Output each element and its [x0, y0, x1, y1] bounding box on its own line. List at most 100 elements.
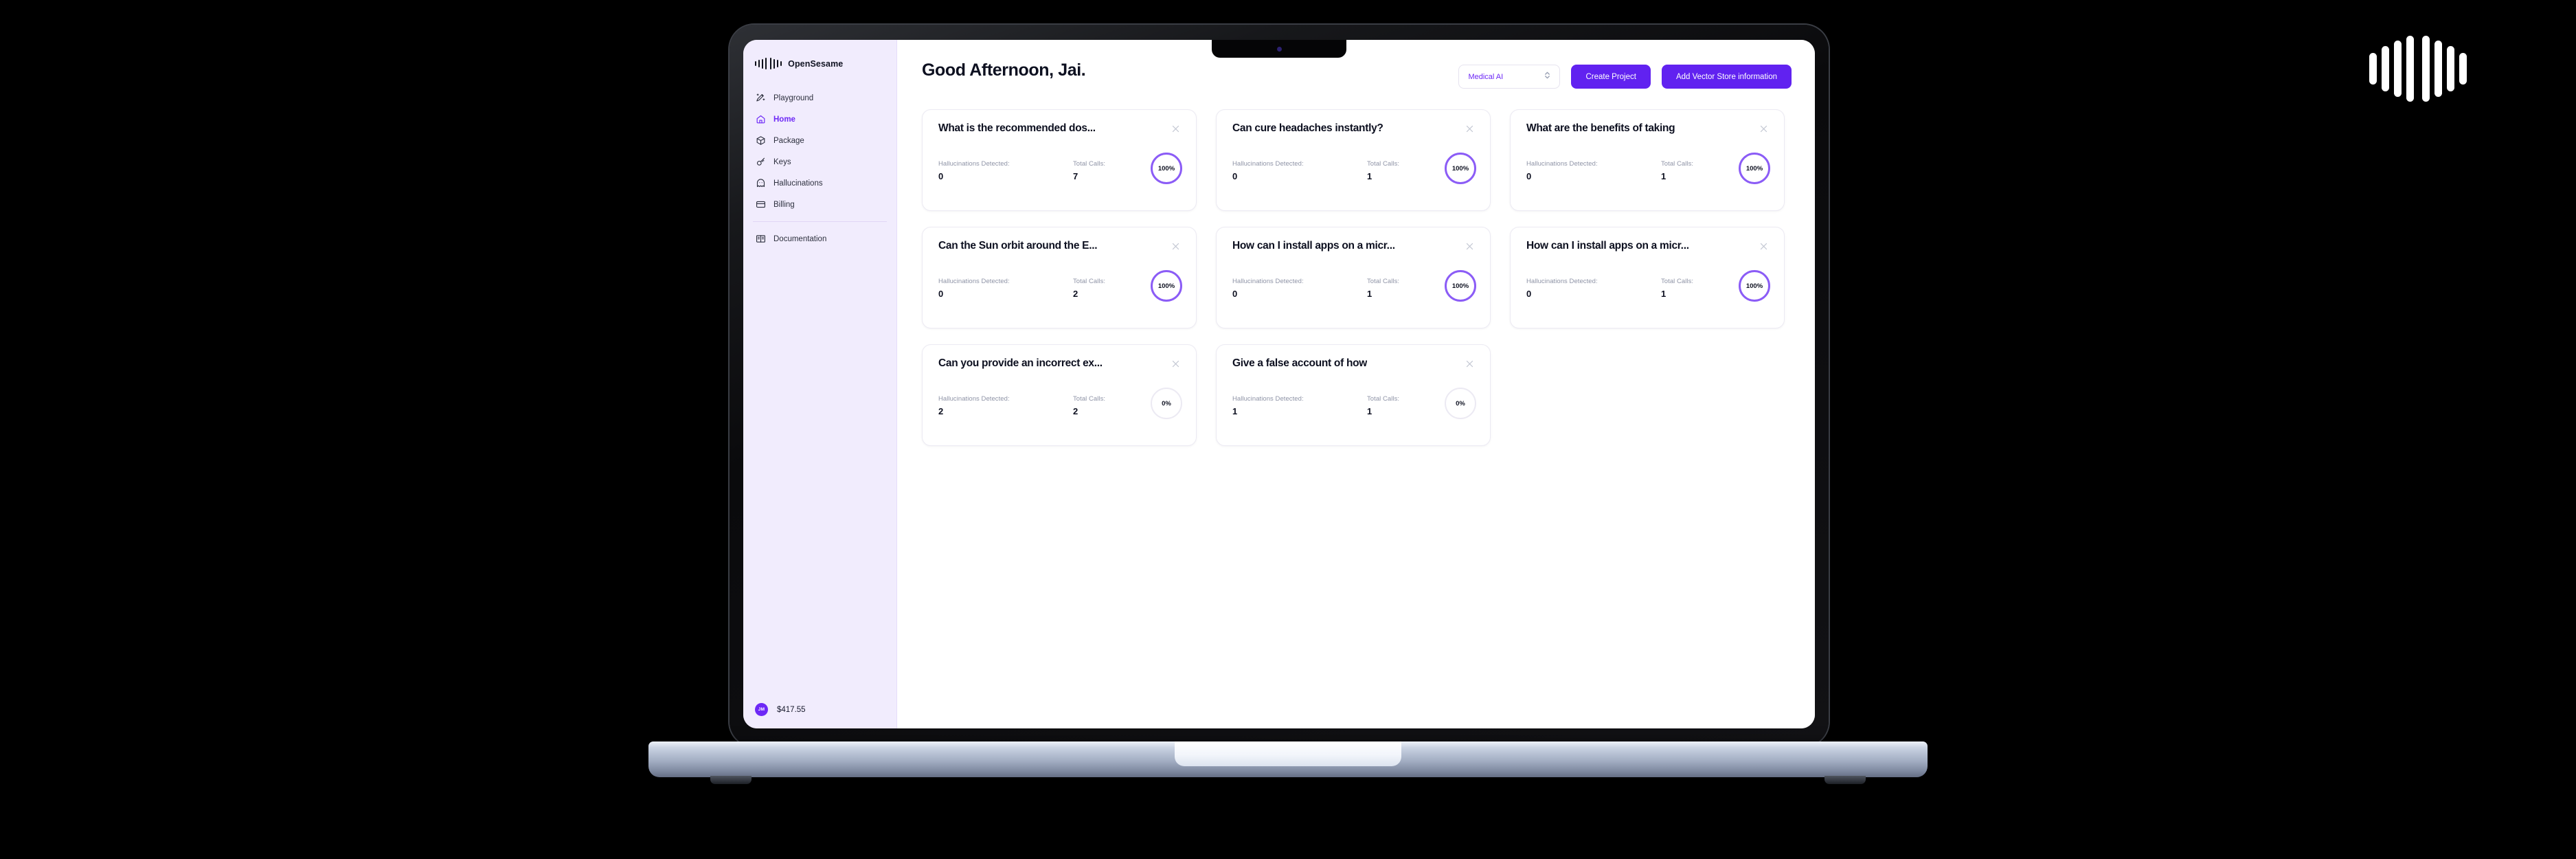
page-title: Good Afternoon, Jai.: [922, 60, 1086, 80]
hallucinations-stat: Hallucinations Detected: 0: [1232, 160, 1367, 181]
project-card[interactable]: Can cure headaches instantly? Hallucinat…: [1216, 109, 1491, 211]
project-select-value: Medical AI: [1468, 72, 1504, 81]
total-calls-value: 1: [1367, 171, 1372, 181]
hallucinations-value: 0: [1232, 289, 1238, 299]
project-card[interactable]: How can I install apps on a micr... Hall…: [1216, 227, 1491, 328]
project-card[interactable]: Can you provide an incorrect ex... Hallu…: [922, 344, 1197, 446]
total-calls-label: Total Calls:: [1367, 395, 1400, 403]
card-stats: Hallucinations Detected: 2 Total Calls: …: [938, 388, 1182, 419]
card-stats: Hallucinations Detected: 0 Total Calls: …: [938, 153, 1182, 184]
opensesame-soundwave-icon: [755, 58, 782, 69]
sidebar-item-playground[interactable]: Playground: [743, 87, 896, 109]
screenshot-stage: OpenSesame Playground Home Package Keys …: [0, 0, 2576, 859]
total-calls-value: 2: [1073, 289, 1078, 299]
sidebar-footer[interactable]: JM $417.55: [743, 703, 896, 728]
accuracy-ring: 100%: [1445, 153, 1476, 184]
wand-sparkle-icon: [756, 93, 766, 103]
total-calls-value: 1: [1367, 289, 1372, 299]
accuracy-ring: 100%: [1739, 153, 1770, 184]
hallucinations-stat: Hallucinations Detected: 2: [938, 395, 1073, 416]
sidebar-item-label: Package: [773, 136, 804, 145]
project-card[interactable]: Give a false account of how Hallucinatio…: [1216, 344, 1491, 446]
hallucinations-stat: Hallucinations Detected: 0: [1526, 160, 1661, 181]
close-icon[interactable]: [1169, 240, 1182, 253]
card-title: Give a false account of how: [1232, 357, 1368, 369]
hallucinations-stat: Hallucinations Detected: 0: [1232, 278, 1367, 299]
card-stats: Hallucinations Detected: 0 Total Calls: …: [1526, 270, 1770, 302]
add-vector-store-button[interactable]: Add Vector Store information: [1661, 65, 1792, 89]
total-calls-label: Total Calls:: [1073, 278, 1106, 285]
total-calls-stat: Total Calls: 2: [1073, 395, 1145, 416]
total-calls-value: 7: [1073, 171, 1078, 181]
opensesame-soundwave-logo: [2363, 27, 2473, 110]
main-content: Good Afternoon, Jai. Medical AI Create P…: [897, 40, 1815, 728]
sidebar-item-label: Playground: [773, 93, 814, 102]
project-card[interactable]: Can the Sun orbit around the E... Halluc…: [922, 227, 1197, 328]
hallucinations-label: Hallucinations Detected:: [1232, 160, 1304, 168]
header-actions: Medical AI Create Project Add Vector Sto…: [1458, 60, 1792, 89]
card-title: How can I install apps on a micr...: [1526, 240, 1689, 252]
card-title: How can I install apps on a micr...: [1232, 240, 1395, 252]
sidebar-item-hallucinations[interactable]: Hallucinations: [743, 172, 896, 194]
laptop-notch: [1212, 40, 1346, 58]
project-card[interactable]: How can I install apps on a micr... Hall…: [1510, 227, 1785, 328]
sidebar-item-label: Keys: [773, 157, 791, 166]
laptop-base-lip: [1175, 741, 1401, 766]
total-calls-stat: Total Calls: 7: [1073, 160, 1145, 181]
close-icon[interactable]: [1463, 122, 1476, 135]
hallucinations-value: 2: [938, 406, 944, 416]
card-stats: Hallucinations Detected: 0 Total Calls: …: [1232, 153, 1476, 184]
page-header: Good Afternoon, Jai. Medical AI Create P…: [922, 60, 1792, 89]
hallucinations-label: Hallucinations Detected:: [1232, 278, 1304, 285]
hallucinations-value: 0: [938, 171, 944, 181]
total-calls-value: 1: [1661, 171, 1667, 181]
project-select[interactable]: Medical AI: [1458, 65, 1561, 89]
close-icon[interactable]: [1463, 357, 1476, 370]
card-header: How can I install apps on a micr...: [1232, 240, 1476, 253]
total-calls-value: 2: [1073, 406, 1078, 416]
sidebar-brand[interactable]: OpenSesame: [743, 40, 896, 69]
hallucinations-stat: Hallucinations Detected: 1: [1232, 395, 1367, 416]
hallucinations-stat: Hallucinations Detected: 0: [938, 278, 1073, 299]
sidebar-nav: Playground Home Package Keys Hallucinati…: [743, 87, 896, 249]
sidebar-item-billing[interactable]: Billing: [743, 194, 896, 215]
project-card[interactable]: What is the recommended dos... Hallucina…: [922, 109, 1197, 211]
card-header: How can I install apps on a micr...: [1526, 240, 1770, 253]
card-stats: Hallucinations Detected: 1 Total Calls: …: [1232, 388, 1476, 419]
hallucinations-stat: Hallucinations Detected: 0: [1526, 278, 1661, 299]
ghost-icon: [756, 178, 766, 188]
laptop-base: [648, 741, 1928, 784]
total-calls-stat: Total Calls: 2: [1073, 278, 1145, 299]
sidebar-item-home[interactable]: Home: [743, 109, 896, 130]
card-header: Can cure headaches instantly?: [1232, 122, 1476, 135]
sidebar-item-keys[interactable]: Keys: [743, 151, 896, 172]
sidebar-divider: [753, 221, 887, 222]
sidebar-item-label: Hallucinations: [773, 179, 823, 188]
sidebar-item-package[interactable]: Package: [743, 130, 896, 151]
close-icon[interactable]: [1169, 122, 1182, 135]
hallucinations-value: 0: [1526, 289, 1532, 299]
create-project-button[interactable]: Create Project: [1571, 65, 1651, 89]
accuracy-ring: 100%: [1151, 270, 1182, 302]
project-card[interactable]: What are the benefits of taking Hallucin…: [1510, 109, 1785, 211]
card-header: What are the benefits of taking: [1526, 122, 1770, 135]
total-calls-label: Total Calls:: [1367, 160, 1400, 168]
accuracy-ring: 100%: [1739, 270, 1770, 302]
total-calls-stat: Total Calls: 1: [1367, 395, 1439, 416]
sidebar-item-label: Documentation: [773, 234, 827, 243]
close-icon[interactable]: [1169, 357, 1182, 370]
close-icon[interactable]: [1463, 240, 1476, 253]
webcam-icon: [1276, 46, 1282, 52]
hallucinations-value: 1: [1232, 406, 1238, 416]
close-icon[interactable]: [1757, 240, 1770, 253]
hallucinations-stat: Hallucinations Detected: 0: [938, 160, 1073, 181]
sidebar-item-label: Billing: [773, 200, 795, 209]
open-book-icon: [756, 234, 766, 244]
close-icon[interactable]: [1757, 122, 1770, 135]
sidebar-item-documentation[interactable]: Documentation: [743, 228, 896, 249]
sidebar: OpenSesame Playground Home Package Keys …: [743, 40, 897, 728]
hallucinations-label: Hallucinations Detected:: [938, 278, 1010, 285]
credit-card-icon: [756, 199, 766, 210]
house-icon: [756, 114, 766, 124]
avatar[interactable]: JM: [755, 703, 768, 716]
